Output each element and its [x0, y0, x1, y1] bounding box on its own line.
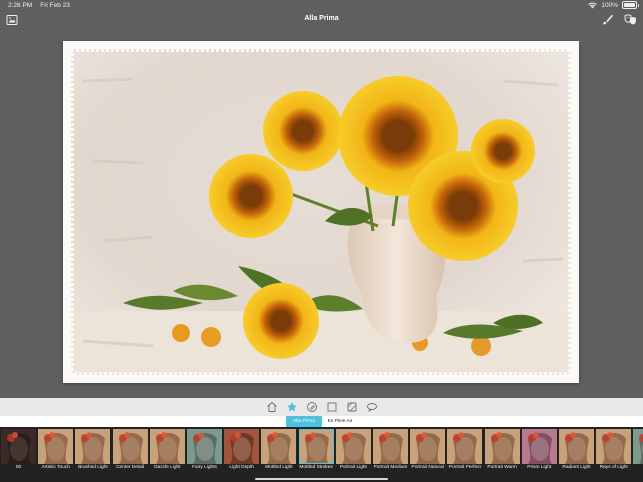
preset-label: Portrait Light: [339, 465, 367, 470]
preset-label: Mottled Light: [265, 465, 293, 470]
preset-thumbnail[interactable]: Prism Light: [521, 429, 557, 482]
preset-thumbnail[interactable]: R: [633, 429, 643, 482]
preset-label: Portrait Medium: [373, 465, 408, 470]
preset-preview-image: [521, 429, 557, 464]
palette-button[interactable]: [305, 400, 319, 414]
texture-icon: [347, 402, 356, 412]
preset-thumbnail[interactable]: Portrait Perfect: [447, 429, 483, 482]
preset-label: 00: [15, 465, 22, 470]
preset-preview-image: [633, 429, 643, 464]
preset-label: Rays of Light: [599, 465, 628, 470]
preset-preview-image: [75, 429, 111, 464]
preset-label: Prism Light: [527, 465, 552, 470]
preset-thumbnail[interactable]: Light Depth: [224, 429, 260, 482]
preset-preview-image: [149, 429, 185, 464]
preset-preview-image: [224, 429, 260, 464]
status-date: Fri Feb 23: [40, 2, 70, 9]
wifi-icon: [588, 1, 598, 8]
canvas-area[interactable]: [0, 30, 643, 398]
home-indicator: [255, 478, 388, 480]
star-icon: [286, 402, 297, 412]
preset-label: Portrait Natural: [411, 465, 444, 470]
preset-thumbnail[interactable]: Dazzle Light: [149, 429, 185, 482]
preset-thumbnail[interactable]: Rays of Light: [596, 429, 632, 482]
effects-toolbar: [0, 398, 643, 416]
preset-label: Light Depth: [229, 465, 254, 470]
preset-thumbnail[interactable]: Artistic Touch: [38, 429, 74, 482]
category-tabs: Alla Prima En Plein Air: [0, 416, 643, 427]
preset-filmstrip[interactable]: 00 Artistic Touch Brushed Light Center Deta…: [0, 427, 643, 482]
preset-preview-image: [187, 429, 222, 464]
preset-preview-image: [559, 429, 594, 464]
preset-thumbnail[interactable]: Mottled Strokes: [298, 429, 334, 482]
battery-icon: [622, 1, 639, 9]
preset-preview-image: [596, 429, 632, 464]
preset-thumbnail[interactable]: 00: [1, 429, 36, 482]
preset-preview-image: [298, 429, 334, 464]
preset-label: R: [631, 465, 643, 471]
preset-label: Center Detail: [116, 465, 145, 470]
page-title: Alla Prima: [304, 15, 339, 22]
frame-icon: [327, 402, 336, 412]
preset-thumbnail[interactable]: Center Detail: [112, 429, 148, 482]
frame-button[interactable]: [325, 400, 339, 414]
preset-preview-image: [112, 429, 148, 464]
home-button[interactable]: [265, 400, 279, 414]
tab-en-plein-air[interactable]: En Plein Air: [324, 416, 356, 427]
preset-thumbnail[interactable]: Portrait Light: [335, 429, 371, 482]
preset-label: Fairy Lights: [192, 465, 217, 470]
texture-button[interactable]: [345, 400, 359, 414]
favorites-button[interactable]: [285, 400, 299, 414]
tab-alla-prima[interactable]: Alla Prima: [286, 416, 322, 427]
home-icon: [266, 401, 277, 412]
preset-preview-image: [261, 429, 297, 464]
preset-thumbnail[interactable]: Mottled Light: [261, 429, 297, 482]
preset-label: Radiant Light: [562, 465, 591, 470]
preset-label: Portrait Perfect: [448, 465, 481, 470]
preset-label: Dazzle Light: [154, 465, 181, 470]
nav-bar: Alla Prima: [0, 12, 643, 30]
preset-preview-image: [410, 429, 446, 464]
sunflower-painting-image: [68, 46, 574, 378]
preset-label: Portrait Warm: [487, 465, 517, 470]
preset-preview-image: [38, 429, 74, 464]
preset-preview-image: [335, 429, 371, 464]
brush-icon[interactable]: [601, 13, 614, 26]
preset-thumbnail[interactable]: Radiant Light: [559, 429, 594, 482]
speech-bubble-icon: [366, 403, 377, 412]
preset-label: Artistic Touch: [41, 465, 70, 470]
preset-thumbnail[interactable]: Portrait Medium: [373, 429, 408, 482]
preset-thumbnail[interactable]: Brushed Light: [75, 429, 111, 482]
painting-canvas[interactable]: [63, 41, 579, 383]
status-time: 2:26 PM: [8, 2, 33, 9]
preset-label: Brushed Light: [78, 465, 108, 470]
masks-icon[interactable]: [624, 13, 637, 26]
preset-preview-image: [484, 429, 520, 464]
preset-label: Mottled Strokes: [299, 465, 333, 470]
preset-thumbnail[interactable]: Portrait Natural: [410, 429, 446, 482]
preset-thumbnail[interactable]: Portrait Warm: [484, 429, 520, 482]
speech-bubble-button[interactable]: [365, 400, 379, 414]
preset-preview-image: [1, 429, 36, 464]
battery-percent: 100%: [601, 1, 618, 9]
status-bar: 2:26 PM Fri Feb 23 100%: [0, 0, 643, 12]
palette-icon: [306, 402, 317, 412]
preset-preview-image: [447, 429, 483, 464]
preset-preview-image: [373, 429, 408, 464]
preset-thumbnail[interactable]: Fairy Lights: [187, 429, 222, 482]
